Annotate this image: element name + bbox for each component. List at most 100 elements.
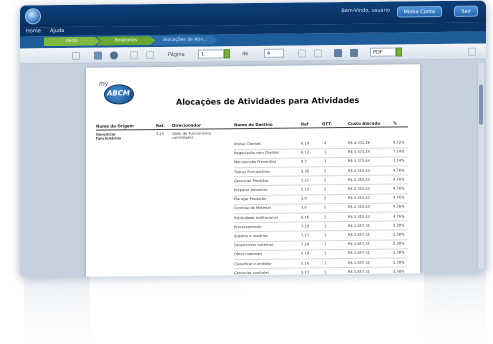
total-pages-field: 4: [264, 48, 284, 58]
row-destination: Controle de Material: [234, 206, 271, 211]
row-destination: Visitar Clientes: [234, 141, 261, 147]
save-icon[interactable]: [350, 48, 358, 57]
row-cost: R$ 1.857,31: [348, 251, 370, 256]
menu-item-help[interactable]: Ajuda: [50, 28, 64, 34]
table-row: Publicidade Institucional 6.16 2 R$ 2.310,4…: [86, 64, 420, 224]
header-ref: Ref.: [156, 122, 165, 129]
row-cost: R$ 2.310,43: [348, 168, 370, 173]
row-divider: [234, 146, 408, 150]
header-cost: Custo Alocado: [348, 120, 381, 127]
row-divider: [234, 192, 408, 196]
row-cost: R$ 1.857,31: [348, 241, 370, 247]
row-qtt: 4: [324, 141, 327, 146]
row-ref: 6.12: [301, 150, 310, 155]
row-qtt: 2: [324, 214, 327, 219]
export-icon[interactable]: [94, 51, 102, 60]
table-row: Processamento 7.10 1 R$ 1.857,31 2,38%: [86, 64, 420, 233]
header-dest-ref: Ref: [301, 121, 309, 127]
page-dropdown-icon[interactable]: [224, 49, 230, 59]
exit-button[interactable]: Sair: [454, 5, 478, 17]
row-qtt: 1: [324, 242, 327, 247]
row-divider: [234, 202, 408, 205]
reflection-surface: [24, 271, 486, 344]
row-cost: R$ 4.331,26: [348, 140, 370, 146]
checkmark-icon[interactable]: [72, 51, 80, 60]
row-destination: Classificar e embalar: [234, 261, 272, 266]
row-ref: 5.12: [301, 187, 310, 192]
row-cost: R$ 3.373,44: [348, 149, 370, 155]
row-percent: 2,38%: [393, 241, 405, 246]
previous-page-icon[interactable]: [146, 51, 154, 60]
refresh-icon[interactable]: [110, 51, 118, 60]
breadcrumb-current: Alocações de Ativ...: [152, 35, 218, 45]
row-percent: 9,52%: [393, 140, 405, 145]
breadcrumb-reports[interactable]: Relatorios: [96, 36, 156, 46]
table-row: Gerenciar Produtos 5.21 2 R$ 2.310,43 4,76%: [86, 64, 420, 187]
row-ref: 3.6: [301, 205, 307, 210]
row-ref: 5.16: [301, 261, 310, 266]
row-divider: [234, 183, 408, 187]
table-row: Classificar e embalar 5.16 1 R$ 1.857,31 2,3…: [86, 64, 420, 270]
table-row: Desenvolver sistemas 7.20 1 R$ 1.857,31 2,38…: [86, 64, 420, 251]
first-page-icon[interactable]: [130, 51, 138, 60]
page-number-input[interactable]: 1: [198, 49, 224, 59]
breadcrumb-home[interactable]: Inicio: [44, 37, 100, 47]
scroll-thumb[interactable]: [479, 84, 483, 125]
row-cost: R$ 1.857,31: [348, 232, 370, 238]
row-qtt: 1: [324, 224, 327, 229]
abcm-logo: my ABCM: [99, 80, 134, 105]
row-divider: [234, 211, 408, 215]
print-icon[interactable]: [334, 49, 342, 58]
origin-name: Gerenciar funcionários: [96, 132, 122, 141]
row-ref: 7.17: [301, 233, 310, 238]
row-destination: Processamento: [234, 224, 262, 229]
export-format-select[interactable]: PDF: [370, 47, 396, 57]
row-qtt: 2: [324, 196, 327, 201]
row-ref: 5.19: [301, 251, 310, 256]
row-qtt: 3: [324, 150, 327, 155]
row-qtt: 2: [324, 178, 327, 183]
row-divider: [234, 174, 408, 178]
table-row: Obter materiais 5.19 1 R$ 1.857,31 2,38%: [86, 64, 420, 261]
row-qtt: 1: [324, 251, 327, 256]
app-logo-icon[interactable]: [25, 8, 41, 25]
row-percent: 4,76%: [393, 177, 405, 182]
row-destination: Suporte a usuários: [234, 233, 268, 239]
row-cost: R$ 1.857,31: [348, 260, 370, 265]
app-window: Bem-Vindo, usuario Minha Conta Sair Home…: [20, 0, 486, 278]
window-reflection: [24, 271, 486, 344]
header-destination: Nome do Destino: [234, 121, 273, 128]
document-viewer: my ABCM Alocações de Atividades para Ati…: [20, 59, 486, 278]
table-row: Visitar Clientes 6.10 4 R$ 4.331,26 9,52%: [86, 64, 420, 150]
account-button[interactable]: Minha Conta: [396, 6, 442, 18]
row-destination: Planejar Produção: [234, 197, 267, 202]
page-label: Página: [168, 51, 185, 58]
table-row: Gerenciar controles 3.23 1 R$ 1.857,31 2,38%: [86, 64, 420, 278]
row-divider: [234, 229, 408, 233]
table-row: Planejar Produção 3.9 2 R$ 2.310,43 4,76%: [86, 64, 420, 205]
header-driver: Direcionador: [172, 122, 201, 128]
expand-icon[interactable]: [468, 47, 476, 56]
vertical-scrollbar[interactable]: [477, 62, 484, 269]
row-percent: 2,38%: [393, 250, 405, 255]
format-dropdown-icon[interactable]: [396, 47, 402, 57]
row-divider: [234, 156, 408, 159]
last-page-icon[interactable]: [314, 49, 322, 58]
next-page-icon[interactable]: [298, 49, 306, 58]
allocation-rows: Visitar Clientes 6.10 4 R$ 4.331,26 9,52% Neg…: [86, 64, 420, 278]
row-cost: R$ 2.310,43: [348, 205, 370, 210]
header-qtt: QTT.: [322, 121, 332, 127]
logo-my-text: my: [99, 80, 109, 88]
logo-text: ABCM: [107, 89, 130, 98]
report-page: my ABCM Alocações de Atividades para Ati…: [86, 64, 420, 278]
row-cost: R$ 3.373,44: [348, 159, 370, 164]
menu-item-home[interactable]: Home: [26, 28, 41, 34]
row-divider: [234, 266, 408, 270]
row-destination: Obter materiais: [234, 252, 263, 257]
row-qtt: 3: [324, 159, 327, 164]
table-row: Suporte a usuários 7.17 1 R$ 1.857,31 2,38%: [86, 64, 420, 242]
row-ref: 9.3: [301, 159, 307, 164]
row-qtt: 2: [324, 205, 327, 210]
table-row: Negociação com Clientes 6.12 3 R$ 3.373,44 7…: [86, 64, 420, 159]
row-cost: R$ 2.310,43: [348, 177, 370, 182]
